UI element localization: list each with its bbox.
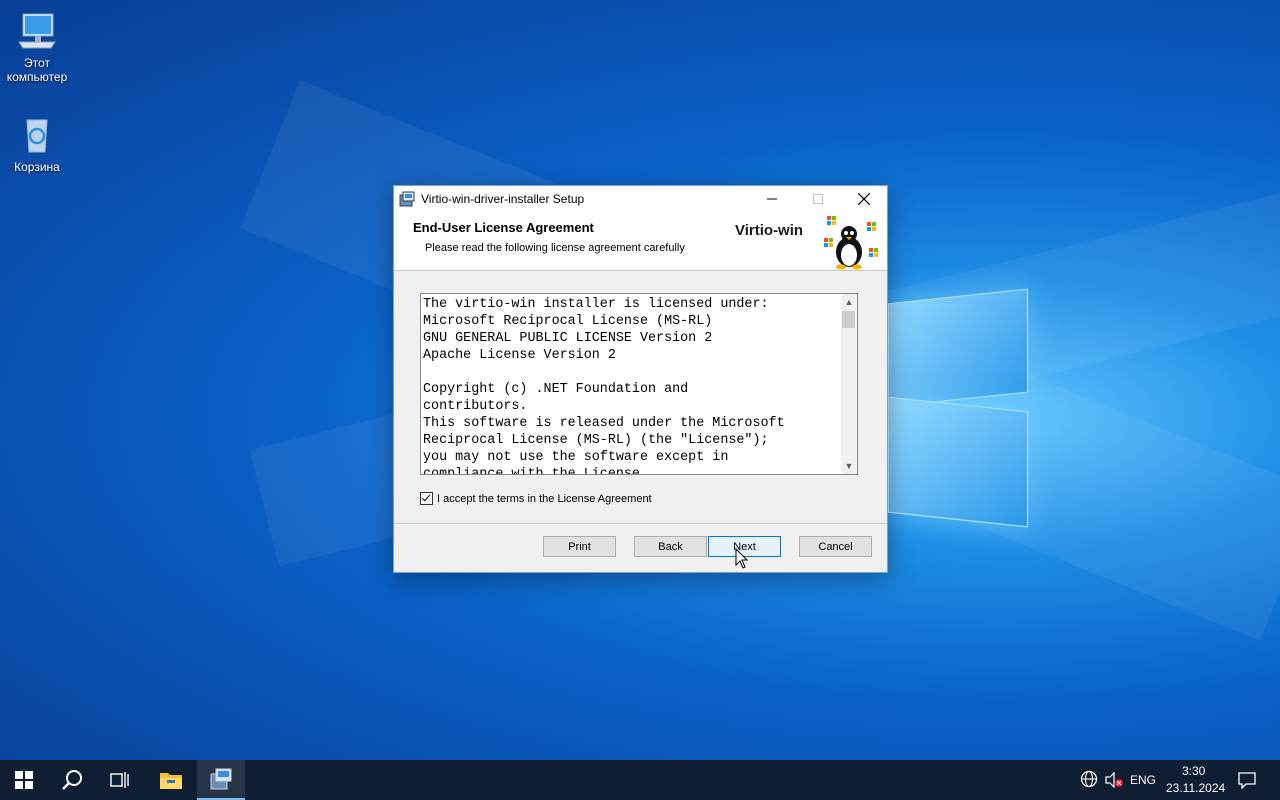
close-icon [858, 193, 870, 205]
cancel-button[interactable]: Cancel [799, 536, 872, 557]
installer-icon [399, 191, 415, 207]
start-button[interactable] [0, 760, 48, 800]
volume-muted-icon[interactable] [1104, 771, 1124, 792]
accept-terms-checkbox[interactable] [420, 492, 433, 505]
computer-icon [15, 8, 59, 52]
notification-center-icon[interactable] [1238, 771, 1256, 792]
desktop-icon-this-pc[interactable]: Этот компьютер [2, 8, 72, 84]
scroll-thumb[interactable] [842, 311, 855, 328]
accept-terms-checkbox-row[interactable]: I accept the terms in the License Agreem… [420, 492, 652, 505]
print-button[interactable]: Print [543, 536, 616, 557]
maximize-button [795, 186, 841, 212]
clock-time[interactable]: 3:30 [1182, 764, 1205, 778]
accept-terms-label[interactable]: I accept the terms in the License Agreem… [437, 493, 652, 505]
header-subtitle: Please read the following license agreem… [425, 242, 685, 254]
title-bar[interactable]: Virtio-win-driver-installer Setup [394, 186, 887, 212]
search-icon [62, 770, 82, 790]
task-view-icon [110, 772, 129, 788]
minimize-icon [767, 198, 777, 200]
windows-logo-pane [888, 396, 1028, 528]
search-button[interactable] [48, 760, 96, 800]
taskbar: ENG 3:30 23.11.2024 [0, 760, 1280, 800]
mouse-cursor-icon [735, 548, 749, 569]
close-button[interactable] [841, 186, 887, 212]
license-text: The virtio-win installer is licensed und… [423, 297, 785, 475]
file-explorer-button[interactable] [147, 760, 195, 800]
dialog-header: End-User License Agreement Please read t… [394, 212, 887, 271]
recycle-bin-icon [15, 112, 59, 156]
desktop-icon-label: компьютер [6, 70, 68, 84]
license-textbox[interactable]: The virtio-win installer is licensed und… [420, 293, 858, 475]
dialog-title: Virtio-win-driver-installer Setup [421, 192, 585, 206]
start-icon [15, 771, 33, 789]
clock-date[interactable]: 23.11.2024 [1166, 781, 1225, 795]
minimize-button[interactable] [749, 186, 795, 212]
file-explorer-icon [160, 773, 182, 789]
maximize-icon [813, 194, 823, 204]
installer-taskbar-button[interactable] [197, 760, 245, 800]
license-scrollbar[interactable]: ▲ ▼ [841, 294, 857, 474]
scroll-up-icon[interactable]: ▲ [841, 294, 857, 310]
scroll-down-icon[interactable]: ▼ [841, 458, 857, 474]
back-button[interactable]: Back [634, 536, 707, 557]
desktop-icon-label: Корзина [14, 160, 60, 174]
tux-windows-logo [821, 212, 881, 270]
language-indicator[interactable]: ENG [1130, 773, 1156, 787]
desktop-icon-recycle-bin[interactable]: Корзина [2, 112, 72, 174]
button-separator [394, 523, 887, 525]
installer-icon [210, 768, 232, 790]
setup-dialog: Virtio-win-driver-installer Setup End-Us… [393, 185, 888, 573]
header-title: End-User License Agreement [413, 220, 594, 235]
brand-name: Virtio-win [735, 222, 804, 239]
windows-logo-pane [888, 288, 1028, 408]
network-icon[interactable] [1080, 770, 1098, 791]
task-view-button[interactable] [96, 760, 144, 800]
desktop-icon-label: Этот [24, 56, 50, 70]
